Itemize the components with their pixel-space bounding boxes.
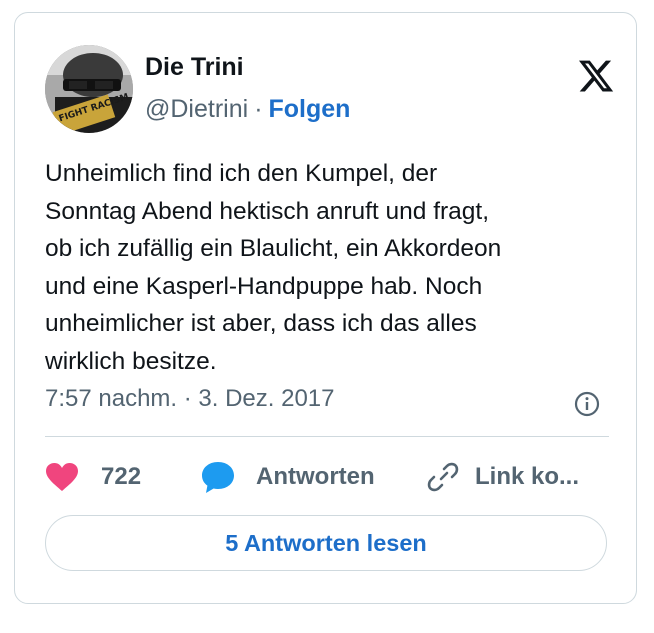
tweet-text-line: Sonntag Abend hektisch anruft und fragt,	[45, 197, 490, 225]
tweet-text-line: wirklich besitze.	[45, 347, 217, 375]
tweet-actions: 722 Antworten Link ko...	[45, 453, 609, 501]
tweet-text: Unheimlich find ich den Kumpel, der Sonn…	[45, 155, 605, 380]
avatar-image: FIGHT RACISM	[45, 45, 133, 133]
reply-button[interactable]: Antworten	[200, 453, 375, 501]
follow-button[interactable]: Folgen	[269, 95, 351, 123]
info-icon[interactable]	[572, 389, 602, 419]
tweet-card: FIGHT RACISM Die Trini @Dietrini · Folgen …	[14, 12, 637, 604]
copy-link-label: Link ko...	[475, 463, 580, 490]
speech-bubble-icon	[202, 462, 234, 493]
tweet-header: FIGHT RACISM Die Trini @Dietrini · Folgen	[45, 35, 615, 133]
tweet-text-line: Unheimlich find ich den Kumpel, der	[45, 160, 438, 187]
tweet-text-line: unheimlicher ist aber, dass ich das alle…	[45, 310, 477, 337]
reply-label: Antworten	[256, 463, 375, 490]
link-icon	[427, 462, 459, 492]
author-name[interactable]: Die Trini	[145, 53, 244, 82]
copy-link-button[interactable]: Link ko...	[425, 453, 579, 501]
tweet-text-line: und eine Kasperl-Handpuppe hab. Noch	[45, 272, 483, 300]
separator-dot: ·	[254, 95, 263, 123]
like-button[interactable]: 722	[45, 453, 141, 501]
tweet-timestamp[interactable]: 7:57 nachm. · 3. Dez. 2017	[45, 385, 335, 413]
tweet-text-line: ob ich zufällig ein Blaulicht, ein Akkor…	[45, 235, 502, 262]
read-replies-button[interactable]: 5 Antworten lesen	[45, 515, 607, 571]
heart-icon	[46, 463, 78, 491]
avatar[interactable]: FIGHT RACISM	[45, 45, 133, 133]
x-logo-icon[interactable]	[577, 57, 615, 95]
divider	[45, 436, 609, 437]
like-count: 722	[101, 463, 142, 490]
author-handle-row: @Dietrini · Folgen	[145, 95, 350, 124]
author-handle[interactable]: @Dietrini	[145, 95, 248, 123]
